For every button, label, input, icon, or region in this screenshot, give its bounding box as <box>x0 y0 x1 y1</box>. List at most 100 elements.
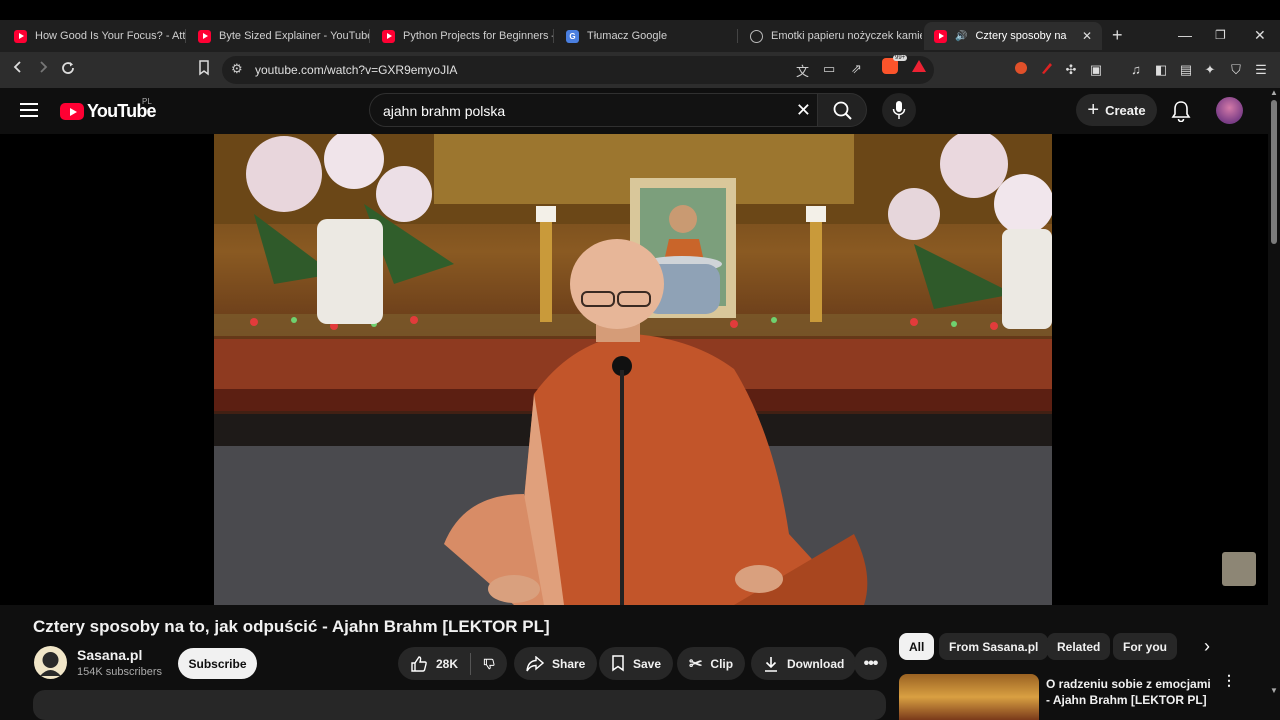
youtube-icon <box>934 29 947 43</box>
download-button[interactable]: Download <box>751 647 857 680</box>
google-translate-icon: G <box>566 29 579 43</box>
thumbs-down-icon[interactable] <box>483 655 495 673</box>
search-input[interactable]: ajahn brahm polska ✕ <box>369 93 817 127</box>
bookmark-icon[interactable] <box>194 60 214 80</box>
globe-icon <box>750 29 763 43</box>
create-label: Create <box>1105 102 1146 118</box>
video-frame[interactable] <box>214 134 1052 605</box>
youtube-icon <box>382 29 395 43</box>
youtube-icon <box>198 29 211 43</box>
vpn-shield-icon[interactable]: ⛉ <box>1227 61 1245 79</box>
search-button[interactable] <box>817 93 867 127</box>
extension-pen-icon[interactable] <box>1038 61 1056 79</box>
minimize-icon[interactable]: — <box>1178 26 1192 44</box>
extension-red-icon[interactable] <box>1012 61 1030 79</box>
page-scrollbar[interactable]: ▲ ▼ <box>1268 88 1280 720</box>
channel-avatar[interactable] <box>34 646 67 679</box>
tab-active[interactable]: 🔊 Cztery sposoby na to, jak ✕ <box>924 22 1102 50</box>
description-box[interactable] <box>33 690 886 720</box>
chip-related[interactable]: Related <box>1047 633 1111 660</box>
plus-icon: + <box>1087 99 1100 121</box>
cast-icon[interactable]: ▭ <box>823 61 835 77</box>
more-actions-button[interactable]: ••• <box>854 647 887 680</box>
youtube-icon <box>14 29 27 43</box>
save-button[interactable]: Save <box>599 647 674 680</box>
menu-icon[interactable]: ☰ <box>1252 61 1270 79</box>
tab-5[interactable]: Emotki papieru nożyczek kamie <box>740 22 922 50</box>
screenshot-icon[interactable]: ▣ <box>1087 61 1105 79</box>
related-video-title[interactable]: O radzeniu sobie z emocjami - Ajahn Brah… <box>1046 676 1216 708</box>
translate-icon[interactable]: 文 <box>796 61 809 80</box>
leo-ai-icon[interactable]: ✦ <box>1201 61 1219 79</box>
youtube-play-icon <box>60 103 84 120</box>
voice-search-button[interactable] <box>882 93 916 127</box>
share-arrow-icon <box>526 655 544 671</box>
browser-toolbar: ⚙ youtube.com/watch?v=GXR9emyoJIA 文 ▭ ⇗ … <box>0 52 1280 88</box>
save-bookmark-icon <box>612 655 624 672</box>
video-player[interactable] <box>0 134 1268 605</box>
save-label: Save <box>633 656 662 671</box>
subscribe-button[interactable]: Subscribe <box>178 648 257 679</box>
extensions-puzzle-icon[interactable]: ✣ <box>1062 61 1080 79</box>
share-label: Share <box>552 656 586 671</box>
more-horizontal-icon: ••• <box>863 654 879 672</box>
youtube-logo[interactable]: YouTube PL <box>60 97 157 122</box>
like-button[interactable]: 28K <box>410 655 458 673</box>
tab-title: Emotki papieru nożyczek kamie <box>771 30 922 42</box>
account-avatar[interactable] <box>1216 97 1243 124</box>
close-window-icon[interactable]: ✕ <box>1254 26 1266 44</box>
like-divider <box>470 652 471 675</box>
browser-tab-strip: How Good Is Your Focus? - Atte Byte Size… <box>0 0 1280 52</box>
scroll-up-icon[interactable]: ▲ <box>1270 88 1278 97</box>
site-settings-icon[interactable]: ⚙ <box>231 61 243 77</box>
chevron-right-icon[interactable]: › <box>1204 636 1210 657</box>
create-button[interactable]: + Create <box>1076 94 1157 126</box>
search-query: ajahn brahm polska <box>383 103 506 119</box>
subscriber-count: 154K subscribers <box>77 666 162 678</box>
tab-title: Cztery sposoby na to, jak <box>975 30 1067 42</box>
guide-menu-icon[interactable] <box>20 103 38 117</box>
back-icon[interactable] <box>8 60 28 80</box>
tab-4[interactable]: G Tłumacz Google <box>556 22 738 50</box>
reload-icon[interactable] <box>58 60 78 80</box>
channel-name[interactable]: Sasana.pl <box>77 647 142 663</box>
clip-button[interactable]: ✂ Clip <box>677 647 746 680</box>
title-band <box>0 0 1280 20</box>
more-vertical-icon[interactable]: ⋮ <box>1222 673 1236 687</box>
address-bar[interactable]: ⚙ youtube.com/watch?v=GXR9emyoJIA 文 ▭ ⇗ <box>222 56 934 84</box>
tab-2[interactable]: Byte Sized Explainer - YouTube <box>188 22 370 50</box>
tab-3[interactable]: Python Projects for Beginners – <box>372 22 554 50</box>
video-still <box>214 134 1052 605</box>
share-button[interactable]: Share <box>514 647 598 680</box>
tab-1[interactable]: How Good Is Your Focus? - Atte <box>4 22 186 50</box>
wallet-icon[interactable]: ▤ <box>1177 61 1195 79</box>
scrollbar-thumb[interactable] <box>1271 100 1277 244</box>
sidebar-icon[interactable]: ◧ <box>1152 61 1170 79</box>
forward-icon[interactable] <box>33 60 53 80</box>
restore-icon[interactable]: ❐ <box>1215 26 1226 44</box>
download-label: Download <box>787 656 845 671</box>
clear-search-icon[interactable]: ✕ <box>796 101 811 119</box>
like-count: 28K <box>436 656 459 671</box>
brave-rewards-icon[interactable] <box>912 60 926 72</box>
chip-from-channel[interactable]: From Sasana.pl <box>939 633 1049 660</box>
related-video-thumbnail[interactable] <box>899 674 1039 720</box>
microphone-icon <box>892 101 906 119</box>
tab-separator <box>185 29 186 43</box>
channel-watermark[interactable] <box>1222 552 1256 586</box>
tab-separator <box>369 29 370 43</box>
share-icon[interactable]: ⇗ <box>851 61 862 77</box>
tab-separator <box>553 29 554 43</box>
download-icon <box>765 656 777 672</box>
like-dislike-group: 28K <box>398 647 507 680</box>
chip-all[interactable]: All <box>899 633 935 660</box>
chip-for-you[interactable]: For you <box>1113 633 1177 660</box>
close-tab-icon[interactable]: ✕ <box>1082 29 1092 43</box>
notifications-bell-icon[interactable] <box>1170 100 1192 122</box>
tab-title: Byte Sized Explainer - YouTube <box>219 30 370 42</box>
new-tab-button[interactable]: + <box>1112 26 1123 44</box>
scroll-down-icon[interactable]: ▼ <box>1270 686 1278 695</box>
media-controls-icon[interactable]: ♫ <box>1127 61 1145 79</box>
thumbs-up-icon <box>411 655 427 672</box>
search-icon <box>833 101 852 120</box>
